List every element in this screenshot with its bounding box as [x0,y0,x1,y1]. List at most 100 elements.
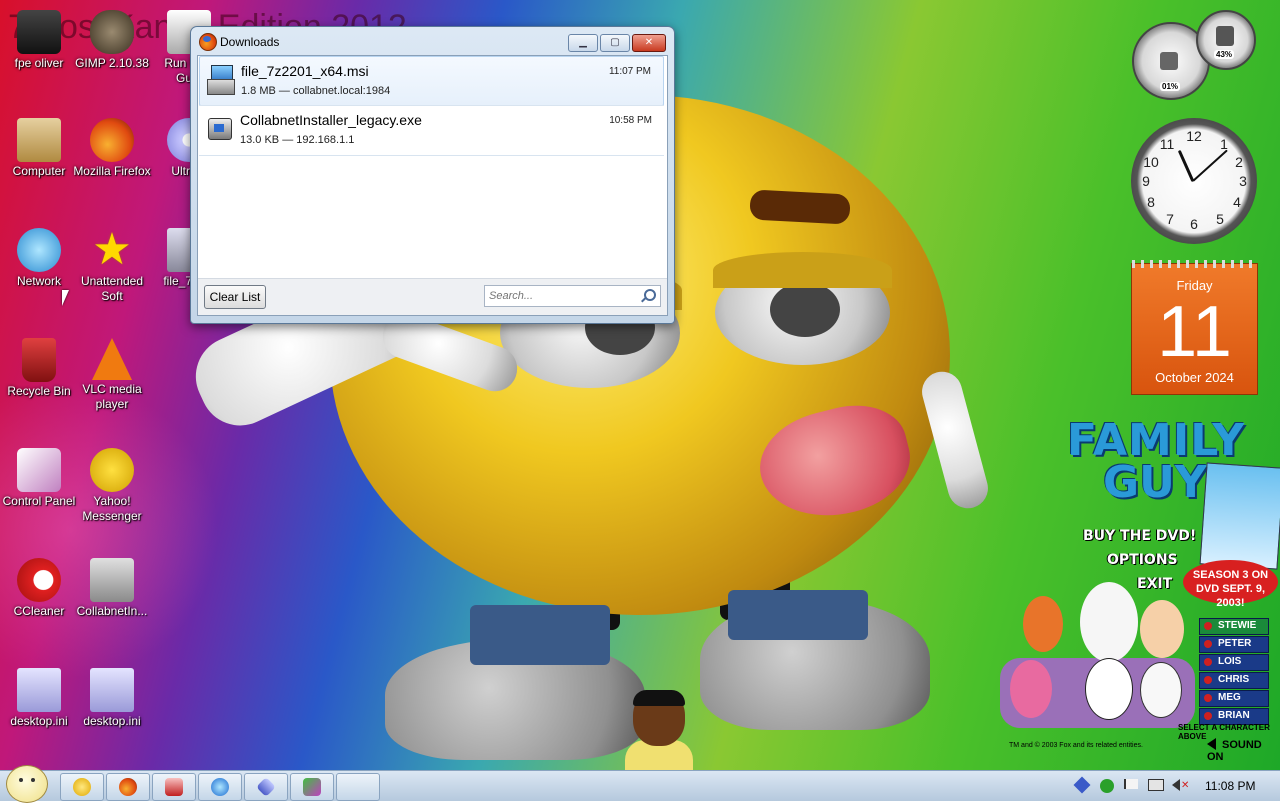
download-time: 10:58 PM [609,115,652,126]
buy-dvd-link[interactable]: BUY THE DVD! [1083,528,1196,544]
character-button-peter[interactable]: PETER [1199,636,1269,653]
family-guy-logo-line2: GUY [1103,457,1207,508]
network-globe-icon [17,228,61,272]
taskbar-ie-button[interactable] [198,773,242,801]
desktop-icon-collabnet-installer[interactable]: CollabnetIn... [73,558,151,619]
vlc-cone-icon [92,338,132,380]
ccleaner-icon [17,558,61,602]
character-list: STEWIE PETER LOIS CHRIS MEG BRIAN [1199,618,1269,726]
sound-toggle[interactable]: SOUND ON [1207,738,1280,763]
desktop-icon-label: fpe oliver [14,56,64,70]
recycle-bin-icon [22,338,56,382]
action-center-flag-icon[interactable] [1124,779,1138,793]
clock-number: 12 [1186,128,1202,144]
clock-number: 5 [1216,211,1224,227]
taskbar-blank-task[interactable] [336,773,380,801]
mouse-cursor-icon [62,290,69,306]
clock-number: 3 [1239,173,1247,189]
clock-hour-hand [1177,149,1195,183]
cleveland-character [625,690,693,770]
desktop-icon-computer[interactable]: Computer [0,118,78,179]
desktop-icon-unattended-soft[interactable]: ★ Unattended Soft [73,228,151,304]
taskbar-network-button[interactable] [244,773,288,801]
memory-meter-gadget[interactable]: 43% [1196,10,1256,70]
taskbar-clock[interactable]: 11:08 PM [1205,779,1255,793]
clock-number: 7 [1166,211,1174,227]
download-filename: file_7z2201_x64.msi [241,63,369,79]
smiley-start-icon [19,778,23,782]
clock-number: 9 [1142,173,1150,189]
divider [199,155,664,156]
close-button[interactable]: ✕ [632,34,666,52]
firefox-icon [119,778,137,796]
ini-file-icon [17,668,61,712]
network-icon [256,777,276,797]
desktop-icon-label: GIMP 2.10.38 [75,56,149,70]
character-button-chris[interactable]: CHRIS [1199,672,1269,689]
desktop-icon-label: desktop.ini [10,714,68,728]
search-box[interactable] [484,285,661,307]
desktop-icon-network[interactable]: Network [0,228,78,289]
paint-icon [303,778,321,796]
desktop: 7 BossKanzo Edition 2012 fpe oliver Comp… [0,0,1280,770]
download-time: 11:07 PM [608,66,651,77]
minimize-button[interactable]: ▁ [568,34,598,52]
clock-number: 2 [1235,154,1243,170]
calendar-weekday: Friday [1176,278,1213,293]
character-button-meg[interactable]: MEG [1199,690,1269,707]
downloads-list: file_7z2201_x64.msi 1.8 MB — collabnet.l… [197,55,668,316]
family-guy-logo-line1: FAMILY [1067,415,1246,466]
clock-gadget[interactable]: 12 1 2 3 4 5 6 7 8 9 10 11 [1131,118,1257,244]
taskbar-paint-button[interactable] [290,773,334,801]
search-icon[interactable] [644,289,656,301]
network-tray-icon[interactable] [1073,776,1091,794]
calendar-month-year: October 2024 [1155,370,1234,385]
options-link[interactable]: OPTIONS [1107,552,1178,568]
download-item[interactable]: CollabnetInstaller_legacy.exe 13.0 KB — … [199,106,664,154]
window-title: Downloads [220,35,280,49]
desktop-icon-label: Unattended Soft [80,274,144,303]
download-item[interactable]: file_7z2201_x64.msi 1.8 MB — collabnet.l… [199,56,664,106]
family-characters-art [995,580,1200,730]
explorer-icon [73,778,91,796]
taskbar-firefox-button[interactable] [106,773,150,801]
calendar-gadget[interactable]: Friday 11 October 2024 [1131,260,1258,395]
star-icon: ★ [92,225,132,274]
desktop-icon-control-panel[interactable]: Control Panel [0,448,78,509]
desktop-icon-recycle-bin[interactable]: Recycle Bin [0,338,78,399]
display-tray-icon[interactable] [1148,779,1164,793]
control-panel-icon [17,448,61,492]
memory-icon [1216,26,1234,46]
desktop-icon-desktop-ini-2[interactable]: desktop.ini [73,668,151,729]
maximize-button[interactable]: ▢ [600,34,630,52]
clear-list-button[interactable]: Clear List [204,285,266,309]
user-folder-icon [17,10,61,54]
dvd-box-image [1199,462,1280,570]
computer-icon [17,118,61,162]
desktop-icon-label: Mozilla Firefox [73,164,151,178]
security-tray-icon[interactable] [1100,779,1114,793]
clock-number: 4 [1233,194,1241,210]
desktop-icon-ccleaner[interactable]: CCleaner [0,558,78,619]
desktop-icon-yahoo-messenger[interactable]: Yahoo! Messenger [73,448,151,524]
window-titlebar[interactable]: Downloads ▁ ▢ ✕ [191,27,674,55]
start-button[interactable] [6,765,48,803]
taskbar-explorer-button[interactable] [60,773,104,801]
desktop-icon-desktop-ini-1[interactable]: desktop.ini [0,668,78,729]
wallpaper-glow [0,380,220,680]
character-button-stewie[interactable]: STEWIE [1199,618,1269,635]
desktop-icon-label: Computer [12,164,66,178]
desktop-icon-vlc[interactable]: VLC media player [73,338,151,412]
desktop-icon-fpe-oliver[interactable]: fpe oliver [0,10,78,71]
calendar-day: 11 [1157,292,1232,372]
taskbar-media-button[interactable] [152,773,196,801]
search-input[interactable] [487,287,641,305]
installer-icon [90,558,134,602]
download-filename: CollabnetInstaller_legacy.exe [240,112,422,128]
volume-muted-icon[interactable]: ✕ [1172,779,1189,793]
desktop-icon-gimp[interactable]: GIMP 2.10.38 [73,10,151,71]
download-status: 1.8 MB — collabnet.local:1984 [241,85,391,97]
download-status: 13.0 KB — 192.168.1.1 [240,134,355,146]
desktop-icon-firefox[interactable]: Mozilla Firefox [73,118,151,179]
character-button-lois[interactable]: LOIS [1199,654,1269,671]
